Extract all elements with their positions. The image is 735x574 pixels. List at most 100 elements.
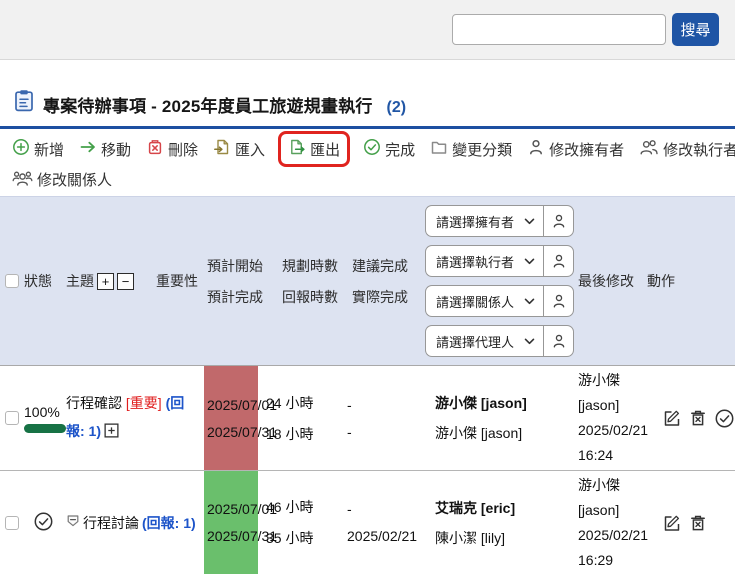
arrow-right-icon — [79, 138, 97, 160]
page-header: 專案待辦事項 - 2025年度員工旅遊規畫執行 (2) — [0, 60, 735, 126]
agent-filter: 請選擇代理人 — [425, 325, 574, 357]
collapse-pennant-icon[interactable] — [66, 514, 80, 531]
subject-header-label: 主題 — [66, 271, 94, 291]
expand-row-icon[interactable] — [104, 419, 119, 447]
folder-icon — [430, 138, 448, 160]
expand-all-button[interactable]: + — [97, 273, 114, 290]
last-modified-column-header: 最後修改 — [574, 271, 652, 291]
planned-hours-value: 46 小時 — [266, 497, 342, 517]
finish-cell: - 2025/02/21 — [342, 501, 422, 544]
task-subject-link[interactable]: 行程確認 — [66, 395, 122, 411]
clipboard-icon — [14, 89, 34, 117]
edit-icon[interactable] — [662, 408, 682, 428]
people-filter-column: 請選擇擁有者 請選擇執行者 請選擇關係人 — [422, 205, 574, 357]
search-button[interactable]: 搜尋 — [672, 13, 719, 46]
owner-picker-button[interactable] — [543, 205, 574, 237]
change-category-button[interactable]: 變更分類 — [430, 138, 512, 160]
planned-finish-date: 2025/07/31 — [207, 424, 258, 440]
suggested-finish-header: 建議完成 — [352, 256, 422, 276]
export-button-highlighted[interactable]: 匯出 — [278, 131, 350, 167]
planned-finish-date: 2025/07/31 — [207, 528, 258, 544]
reported-hours-header: 回報時數 — [282, 287, 342, 307]
people-cell: 游小傑 [jason] 游小傑 [jason] — [422, 393, 574, 443]
complete-icon[interactable] — [714, 408, 735, 429]
modify-executor-button[interactable]: 修改執行者 — [639, 138, 735, 160]
row-checkbox[interactable] — [5, 411, 19, 425]
delete-button[interactable]: 刪除 — [146, 138, 198, 160]
executor-name: 陳小潔 [lily] — [435, 528, 574, 548]
chevron-down-icon — [524, 298, 535, 305]
delete-icon[interactable] — [688, 408, 708, 428]
edit-icon[interactable] — [662, 513, 682, 533]
select-all-checkbox[interactable] — [5, 274, 19, 288]
stakeholder-select[interactable]: 請選擇關係人 — [425, 285, 543, 317]
planned-start-date: 2025/07/01 — [207, 501, 258, 517]
chevron-down-icon — [524, 338, 535, 345]
search-input[interactable] — [452, 14, 666, 45]
important-tag: [重要] — [126, 395, 162, 411]
executor-picker-button[interactable] — [543, 245, 574, 277]
row-checkbox[interactable] — [5, 516, 19, 530]
action-column-header: 動作 — [647, 271, 735, 291]
finish-column-header: 建議完成 實際完成 — [342, 256, 422, 307]
stakeholder-filter: 請選擇關係人 — [425, 285, 574, 317]
hours-cell: 24 小時 18 小時 — [258, 393, 342, 444]
complete-button[interactable]: 完成 — [363, 138, 415, 160]
table-header-band: 狀態 主題 + − 重要性 預計開始 預計完成 規劃時數 回報時數 建議完成 實… — [0, 196, 735, 365]
modified-time: 2025/02/21 16:24 — [578, 422, 648, 463]
table-row: 100% 行程確認 [重要] (回報: 1) 2025/07/01 2025/0… — [0, 365, 735, 470]
reported-hours-value: 18 小時 — [266, 424, 342, 444]
delete-icon[interactable] — [688, 513, 708, 533]
people-cell: 艾瑞克 [eric] 陳小潔 [lily] — [422, 498, 574, 548]
planned-finish-header: 預計完成 — [207, 287, 258, 307]
person-icon — [551, 293, 567, 309]
two-person-icon — [639, 138, 659, 160]
agent-picker-button[interactable] — [543, 325, 574, 357]
delete-button-label: 刪除 — [168, 139, 198, 160]
table-row: 行程討論(回報: 1) 2025/07/01 2025/07/31 46 小時 … — [0, 470, 735, 574]
import-button[interactable]: 匯入 — [213, 138, 265, 160]
report-count-link[interactable]: (回報: 1) — [142, 513, 196, 533]
toolbar-line-1: 新增 移動 刪除 — [12, 133, 723, 165]
executor-name: 游小傑 [jason] — [435, 423, 574, 443]
move-button-label: 移動 — [101, 139, 131, 160]
row-actions — [652, 513, 735, 533]
hours-cell: 46 小時 35 小時 — [258, 497, 342, 548]
modify-executor-button-label: 修改執行者 — [663, 139, 735, 160]
collapse-all-button[interactable]: − — [117, 273, 134, 290]
suggested-finish-value: - — [347, 397, 422, 413]
executor-select-value: 請選擇執行者 — [436, 252, 514, 271]
chevron-down-icon — [524, 258, 535, 265]
actual-finish-value: 2025/02/21 — [347, 528, 422, 544]
subject-column-header: 主題 + − — [64, 271, 154, 291]
trash-x-icon — [146, 138, 164, 160]
top-search-bar: 搜尋 — [0, 0, 735, 60]
complete-button-label: 完成 — [385, 139, 415, 160]
add-button[interactable]: 新增 — [12, 138, 64, 160]
planned-dates-cell-ontrack: 2025/07/01 2025/07/31 — [204, 471, 258, 574]
reported-hours-value: 35 小時 — [266, 528, 342, 548]
actual-finish-value: - — [347, 424, 422, 440]
subject-cell: 行程確認 [重要] (回報: 1) — [64, 389, 202, 447]
stakeholder-select-value: 請選擇關係人 — [436, 292, 514, 311]
owner-name: 艾瑞克 [eric] — [435, 498, 574, 518]
move-button[interactable]: 移動 — [79, 138, 131, 160]
check-circle-icon — [363, 138, 381, 160]
planned-dates-column-header: 預計開始 預計完成 — [202, 256, 258, 307]
status-cell — [22, 511, 64, 535]
modify-owner-button[interactable]: 修改擁有者 — [527, 138, 624, 160]
agent-select-value: 請選擇代理人 — [436, 332, 514, 351]
group-icon — [12, 169, 33, 191]
owner-select[interactable]: 請選擇擁有者 — [425, 205, 543, 237]
planned-hours-value: 24 小時 — [266, 393, 342, 413]
modified-by: 游小傑 [jason] — [578, 372, 620, 413]
executor-select[interactable]: 請選擇執行者 — [425, 245, 543, 277]
progress-bar — [24, 424, 66, 433]
stakeholder-picker-button[interactable] — [543, 285, 574, 317]
planned-dates-cell-overdue: 2025/07/01 2025/07/31 — [204, 366, 258, 470]
planned-hours-header: 規劃時數 — [282, 256, 342, 276]
task-subject-link[interactable]: 行程討論 — [83, 513, 139, 533]
modify-stakeholder-button[interactable]: 修改關係人 — [12, 169, 112, 191]
agent-select[interactable]: 請選擇代理人 — [425, 325, 543, 357]
executor-filter: 請選擇執行者 — [425, 245, 574, 277]
